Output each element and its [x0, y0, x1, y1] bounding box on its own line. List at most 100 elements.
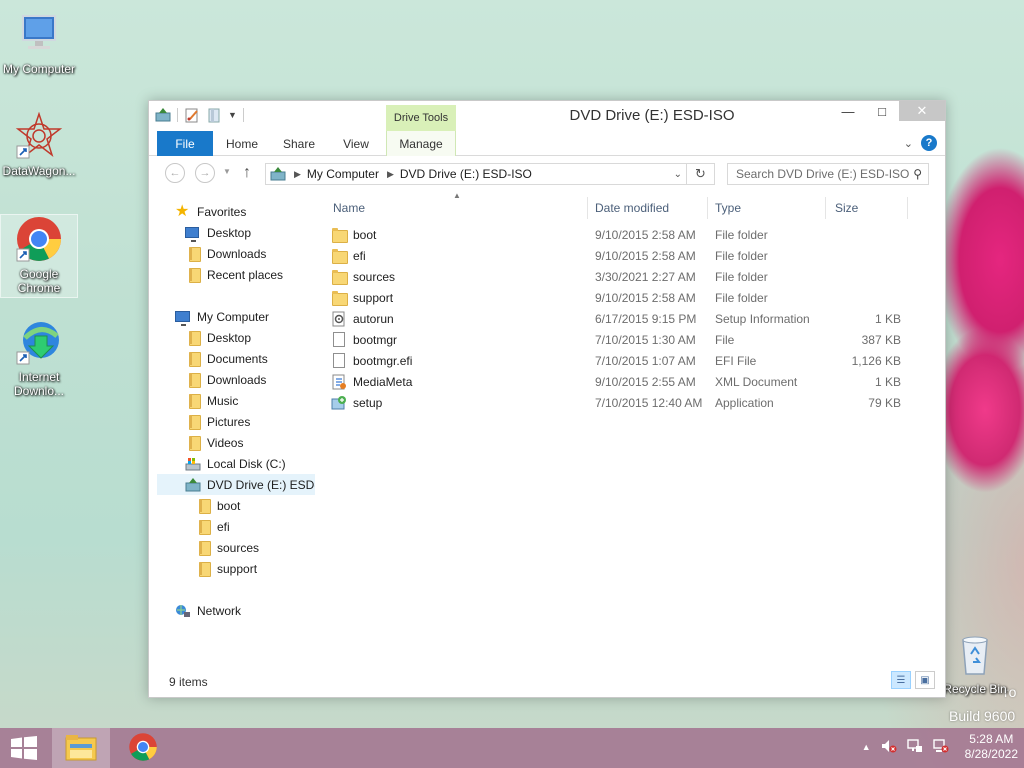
desktop-icon-google-chrome[interactable]: Google Chrome [0, 214, 78, 298]
desktop-icon-my-computer[interactable]: My Computer [0, 10, 78, 76]
address-dropdown-icon[interactable]: ⌄ [674, 169, 682, 180]
nav-favorites-downloads[interactable]: Downloads [185, 243, 266, 264]
file-name-cell: sources [331, 266, 395, 287]
tab-view[interactable]: View [333, 131, 379, 156]
action-center-icon[interactable] [906, 738, 923, 757]
desktop-icon-label: Internet Downlo... [13, 370, 65, 398]
taskbar-file-explorer[interactable] [52, 728, 110, 768]
nav-label: My Computer [197, 309, 270, 324]
file-name: bootmgr.efi [353, 353, 413, 368]
maximize-button[interactable]: □ [865, 101, 899, 121]
file-row[interactable]: efi 9/10/2015 2:58 AM File folder [325, 245, 939, 266]
nav-dvd-drive[interactable]: DVD Drive (E:) ESD-ISO [157, 474, 315, 495]
file-row[interactable]: support 9/10/2015 2:58 AM File folder [325, 287, 939, 308]
nav-local-disk-c[interactable]: Local Disk (C:) [185, 453, 286, 474]
system-tray: ▲ 5:28 AM 8/28/2022 [862, 732, 1018, 762]
file-name: setup [353, 395, 383, 410]
tab-manage[interactable]: Manage [386, 131, 456, 156]
large-icons-view-icon[interactable]: ▣ [915, 671, 935, 689]
nav-my-computer[interactable]: My Computer [175, 306, 269, 327]
breadcrumb-dvd-drive[interactable]: DVD Drive (E:) ESD-ISO [400, 167, 532, 181]
nav-recent-places[interactable]: Recent places [185, 264, 283, 285]
nav-dvd-support[interactable]: support [195, 558, 257, 579]
show-hidden-icons-icon[interactable]: ▲ [862, 742, 871, 752]
xml-file-icon [331, 374, 347, 390]
file-name: boot [353, 227, 377, 242]
search-icon[interactable]: ⚲ [913, 167, 922, 181]
title-bar[interactable]: ▼ Drive Tools DVD Drive (E:) ESD-ISO — □… [149, 101, 945, 131]
file-size: 1,126 KB [851, 353, 901, 368]
nav-favorites[interactable]: ★ Favorites [175, 201, 246, 222]
folder-icon [331, 248, 348, 264]
chrome-icon [128, 732, 158, 765]
file-date-modified: 3/30/2021 2:27 AM [595, 269, 696, 284]
navigation-pane: ★ Favorites Desktop Downloads Recent pla… [157, 199, 315, 679]
back-button[interactable]: ← [165, 163, 185, 183]
file-row[interactable]: bootmgr 7/10/2015 1:30 AM File 387 KB [325, 329, 939, 350]
column-header-name[interactable]: Name [333, 197, 365, 219]
music-folder-icon [185, 393, 201, 409]
desktop-icon-datawagon[interactable]: DataWagon... [0, 111, 78, 178]
file-row[interactable]: autorun 6/17/2015 9:15 PM Setup Informatio… [325, 308, 939, 329]
nav-dvd-sources[interactable]: sources [195, 537, 259, 558]
file-row[interactable]: setup 7/10/2015 12:40 AM Application 79 KB [325, 392, 939, 413]
nav-pictures[interactable]: Pictures [185, 411, 250, 432]
desktop-icon-internet-download-manager[interactable]: Internet Downlo... [0, 318, 78, 398]
column-divider[interactable] [587, 197, 588, 219]
details-view-icon[interactable]: ☰ [891, 671, 911, 689]
column-divider[interactable] [907, 197, 908, 219]
nav-music[interactable]: Music [185, 390, 238, 411]
windows-start-icon[interactable] [10, 736, 38, 760]
nav-network[interactable]: Network [175, 600, 241, 621]
desktop-icon-recycle-bin[interactable]: Recycle Bin [936, 630, 1014, 696]
recent-locations-dropdown-icon[interactable]: ▼ [223, 167, 231, 176]
column-divider[interactable] [825, 197, 826, 219]
tab-file[interactable]: File [157, 131, 213, 156]
file-name-cell: boot [331, 224, 376, 245]
desktop-icon-label: Google Chrome [17, 267, 61, 295]
tab-home[interactable]: Home [219, 131, 265, 156]
file-row[interactable]: sources 3/30/2021 2:27 AM File folder [325, 266, 939, 287]
taskbar: ▲ 5:28 AM 8/28/2022 [0, 728, 1024, 768]
file-row[interactable]: MediaMeta 9/10/2015 2:55 AM XML Document 1 … [325, 371, 939, 392]
nav-dvd-boot[interactable]: boot [195, 495, 240, 516]
file-row[interactable]: bootmgr.efi 7/10/2015 1:07 AM EFI File 1,12… [325, 350, 939, 371]
close-button[interactable]: ✕ [899, 101, 945, 121]
tab-share[interactable]: Share [275, 131, 323, 156]
file-name-cell: autorun [331, 308, 394, 329]
breadcrumb-my-computer[interactable]: My Computer [307, 167, 379, 181]
address-bar[interactable]: ▶ My Computer ▶ DVD Drive (E:) ESD-ISO ⌄ [265, 163, 687, 185]
nav-favorites-desktop[interactable]: Desktop [185, 222, 251, 243]
nav-label: Favorites [197, 204, 247, 219]
column-header-date-modified[interactable]: Date modified [595, 197, 669, 219]
nav-documents[interactable]: Documents [185, 348, 268, 369]
taskbar-clock[interactable]: 5:28 AM 8/28/2022 [965, 732, 1018, 762]
breadcrumb-chevron-icon[interactable]: ▶ [294, 169, 301, 180]
ribbon-tabs: File Home Share View Manage ⌄ ? [149, 131, 945, 156]
folder-icon [195, 519, 211, 535]
column-header-size[interactable]: Size [835, 197, 858, 219]
column-divider[interactable] [707, 197, 708, 219]
nav-computer-desktop[interactable]: Desktop [185, 327, 251, 348]
breadcrumb-chevron-icon[interactable]: ▶ [387, 169, 394, 180]
nav-videos[interactable]: Videos [185, 432, 243, 453]
help-icon[interactable]: ? [921, 135, 937, 151]
forward-button[interactable]: → [195, 163, 215, 183]
taskbar-google-chrome[interactable] [114, 728, 172, 768]
settings-file-icon [331, 311, 347, 327]
file-size: 1 KB [874, 311, 901, 326]
column-header-type[interactable]: Type [715, 197, 741, 219]
up-button[interactable]: ↑ [243, 164, 251, 182]
file-name: efi [353, 248, 366, 263]
minimize-button[interactable]: — [831, 101, 865, 121]
nav-computer-downloads[interactable]: Downloads [185, 369, 266, 390]
volume-muted-icon[interactable] [881, 738, 897, 757]
expand-ribbon-icon[interactable]: ⌄ [904, 137, 913, 150]
file-type: File folder [715, 290, 768, 305]
network-disconnected-icon[interactable] [932, 738, 949, 757]
file-name-cell: support [331, 287, 393, 308]
nav-dvd-efi[interactable]: efi [195, 516, 230, 537]
search-input[interactable]: Search DVD Drive (E:) ESD-ISO ⚲ [727, 163, 929, 185]
refresh-button[interactable]: ↻ [687, 163, 715, 185]
file-row[interactable]: boot 9/10/2015 2:58 AM File folder [325, 224, 939, 245]
